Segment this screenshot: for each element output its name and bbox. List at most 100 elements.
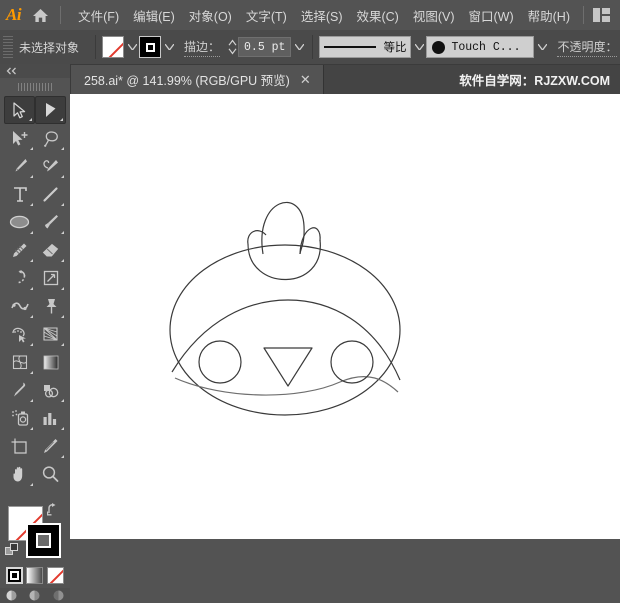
menu-type[interactable]: 文字(T) (239, 2, 294, 29)
curvature-pen-icon (43, 160, 58, 172)
menu-divider (60, 6, 62, 24)
mesh-tool[interactable] (4, 348, 35, 376)
color-mode-bar (0, 562, 70, 588)
stroke-dropdown-caret-icon[interactable] (162, 36, 176, 58)
tool-flyout-corner-icon (30, 287, 33, 290)
fill-dropdown-caret-icon[interactable] (125, 36, 139, 58)
menu-help[interactable]: 帮助(H) (521, 2, 577, 29)
default-fill-stroke-icon[interactable] (5, 543, 19, 562)
paintbrush-tool[interactable] (35, 208, 66, 236)
tool-flyout-corner-icon (60, 118, 63, 121)
rotate-tool[interactable] (4, 264, 35, 292)
menu-select[interactable]: 选择(S) (294, 2, 350, 29)
tool-flyout-corner-icon (61, 315, 64, 318)
tools-panel-collapse[interactable] (0, 64, 70, 78)
brush-definition-select[interactable]: Touch C... (426, 36, 535, 58)
width-tool[interactable] (4, 292, 35, 320)
ai-logo-icon: Ai (6, 5, 22, 24)
control-bar: 未选择对象 描边： 0.5 pt 等比 Touch C... 不透明度： (0, 30, 620, 65)
stroke-profile-select[interactable]: 等比 (319, 36, 412, 58)
perspective-grid-icon (43, 326, 58, 341)
stroke-profile-preview-icon (324, 46, 377, 48)
blend-tool[interactable] (35, 376, 66, 404)
direct-selection-tool[interactable] (35, 96, 66, 124)
color-mode-none[interactable] (47, 566, 65, 584)
control-divider-1 (95, 35, 97, 59)
bar-chart-icon (43, 412, 57, 425)
control-bar-grip[interactable] (3, 36, 13, 58)
stroke-profile-label: 等比 (383, 42, 407, 54)
color-mode-gradient[interactable] (26, 566, 44, 584)
pen-tool[interactable] (4, 152, 35, 180)
stroke-swatch-inner (36, 533, 51, 548)
tool-flyout-corner-icon (61, 427, 64, 430)
tool-grid (0, 94, 70, 488)
symbol-sprayer-tool[interactable] (4, 404, 35, 432)
tool-flyout-corner-icon (61, 343, 64, 346)
eyedropper-tool[interactable] (4, 376, 35, 404)
menu-view[interactable]: 视图(V) (406, 2, 462, 29)
tool-flyout-corner-icon (61, 455, 64, 458)
lasso-tool[interactable] (35, 124, 66, 152)
screen-mode-full[interactable] (51, 590, 65, 601)
free-transform-tool[interactable] (35, 292, 66, 320)
stroke-swatch-inner (145, 42, 155, 52)
ellipse-tool[interactable] (4, 208, 35, 236)
color-mode-none-slash-icon (48, 567, 64, 583)
menu-edit[interactable]: 编辑(E) (126, 2, 182, 29)
pencil-shaper-icon (13, 243, 27, 257)
fill-stroke-controls (0, 501, 70, 563)
menu-window[interactable]: 窗口(W) (462, 2, 521, 29)
no-fill-slash-icon (104, 37, 124, 57)
tools-panel-grip[interactable] (18, 83, 52, 91)
home-icon[interactable] (27, 0, 54, 30)
stroke-profile-caret-icon[interactable] (412, 36, 426, 58)
tool-flyout-corner-icon (30, 203, 33, 206)
magic-wand-tool[interactable] (4, 124, 35, 152)
shape-builder-tool[interactable] (4, 320, 35, 348)
stroke-weight-input[interactable]: 0.5 pt (238, 37, 292, 57)
shaper-tool[interactable] (4, 236, 35, 264)
crest-base-left (247, 230, 267, 245)
stroke-black-swatch[interactable] (26, 523, 61, 558)
scale-tool[interactable] (35, 264, 66, 292)
close-icon[interactable]: ✕ (298, 71, 313, 88)
hand-tool[interactable] (4, 460, 35, 488)
menu-effect[interactable]: 效果(C) (349, 2, 405, 29)
line-segment-tool[interactable] (35, 180, 66, 208)
tool-flyout-corner-icon (61, 203, 64, 206)
pushpin-icon (46, 299, 56, 314)
stroke-weight-caret-icon[interactable] (292, 36, 306, 58)
menu-list: 文件(F) 编辑(E) 对象(O) 文字(T) 选择(S) 效果(C) 视图(V… (71, 2, 577, 29)
curvature-tool[interactable] (35, 152, 66, 180)
left-eye (198, 340, 242, 384)
type-tool[interactable] (4, 180, 35, 208)
slice-tool[interactable] (35, 432, 66, 460)
stroke-weight-stepper[interactable] (226, 36, 238, 58)
gradient-tool[interactable] (35, 348, 66, 376)
gradient-icon (43, 355, 58, 369)
artwork-svg (169, 201, 401, 416)
menu-right-divider (583, 6, 584, 24)
swap-fill-stroke-icon[interactable] (46, 503, 61, 521)
line-diagonal-icon (43, 186, 58, 202)
artboard-tool[interactable] (4, 432, 35, 460)
color-mode-color[interactable] (5, 566, 23, 584)
menu-object[interactable]: 对象(O) (182, 2, 239, 29)
zoom-tool[interactable] (35, 460, 66, 488)
screen-mode-full-menubar[interactable] (28, 590, 42, 601)
tab-bar-right: 软件自学网：RJZXW.COM (459, 65, 620, 94)
panel-layout-icon[interactable] (590, 0, 612, 30)
document-tab[interactable]: 258.ai* @ 141.99% (RGB/GPU 预览) ✕ (70, 65, 324, 94)
screen-mode-normal[interactable] (5, 590, 19, 601)
document-canvas[interactable] (70, 94, 620, 539)
menu-file[interactable]: 文件(F) (71, 2, 126, 29)
brush-definition-caret-icon[interactable] (535, 36, 549, 58)
fill-color-swatch[interactable] (102, 36, 125, 58)
selection-tool[interactable] (4, 96, 35, 124)
column-graph-tool[interactable] (35, 404, 66, 432)
eraser-tool[interactable] (35, 236, 66, 264)
stroke-color-swatch[interactable] (139, 36, 162, 58)
screen-mode-bar (0, 588, 70, 603)
perspective-grid-tool[interactable] (35, 320, 66, 348)
